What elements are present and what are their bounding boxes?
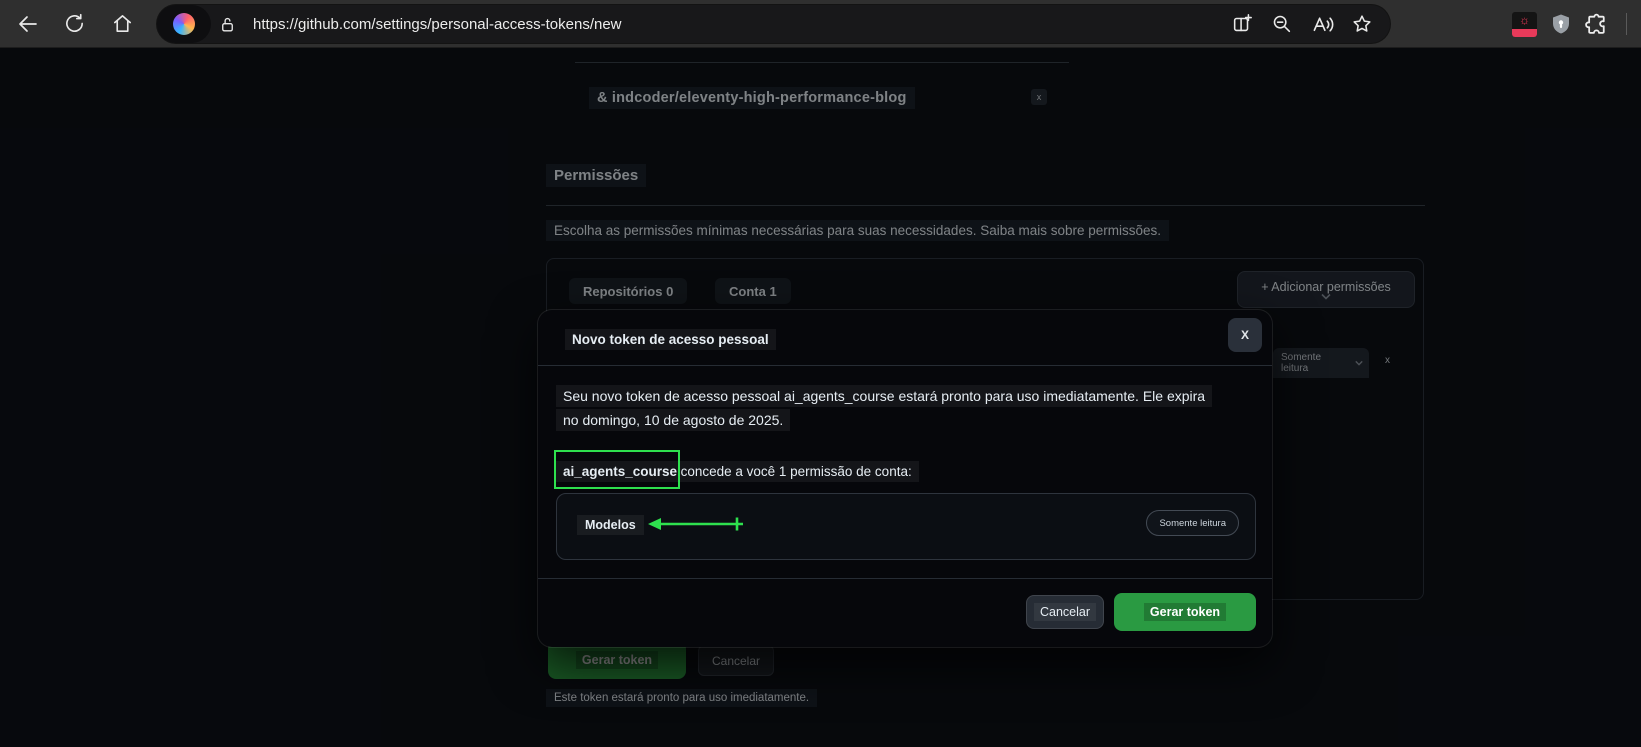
permission-name: Modelos [577,515,644,535]
permission-row: Modelos Somente leitura [556,493,1256,560]
modal-footer-divider [538,578,1272,579]
modal-body-line2: no domingo, 10 de agosto de 2025. [556,409,791,431]
read-aloud-icon[interactable] [1302,4,1342,44]
lock-icon[interactable] [211,4,243,44]
address-bar[interactable]: https://github.com/settings/personal-acc… [157,5,1390,43]
back-icon[interactable] [8,4,48,44]
copilot-icon[interactable] [157,5,211,43]
modal-generate-token-button[interactable]: Gerar token [1114,593,1256,631]
annotation-arrow-icon [648,517,743,531]
permission-level-pill: Somente leitura [1146,510,1239,536]
new-token-modal: Novo token de acesso pessoal X Seu novo … [538,310,1272,647]
url-text[interactable]: https://github.com/settings/personal-acc… [253,16,622,33]
reload-icon[interactable] [54,4,94,44]
permission-summary-text: |concede a você 1 permissão de conta: [677,464,912,479]
modal-cancel-button[interactable]: Cancelar [1026,595,1104,629]
split-screen-icon[interactable] [1222,4,1262,44]
screenshot-extension-icon[interactable]: ☼ [1512,11,1537,37]
annotation-highlight-box [554,450,680,489]
privacy-shield-icon[interactable] [1549,12,1573,36]
favorite-star-icon[interactable] [1342,4,1382,44]
toolbar-divider [1626,13,1627,35]
modal-body-line1: Seu novo token de acesso pessoal ai_agen… [556,385,1213,407]
home-icon[interactable] [102,4,142,44]
zoom-out-icon[interactable] [1262,4,1302,44]
browser-toolbar: https://github.com/settings/personal-acc… [0,0,1641,48]
modal-title: Novo token de acesso pessoal [565,329,776,350]
modal-header-divider [538,365,1272,366]
screen: https://github.com/settings/personal-acc… [0,0,1641,747]
extensions-puzzle-icon[interactable] [1585,12,1610,37]
modal-close-button[interactable]: X [1228,318,1262,352]
